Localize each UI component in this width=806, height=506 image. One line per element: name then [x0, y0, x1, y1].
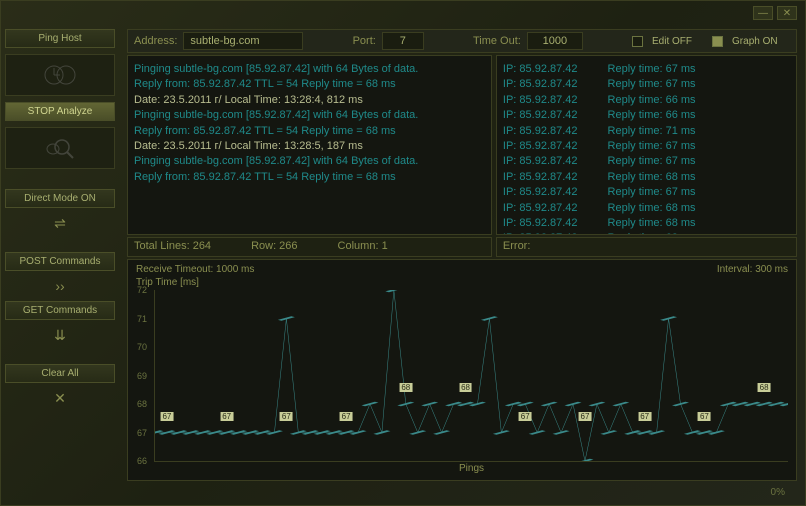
reply-line: Reply time: 67 ms [608, 185, 696, 200]
stop-analyze-button[interactable]: STOP Analyze [5, 102, 115, 121]
ip-line: IP: 85.92.87.42 [503, 124, 578, 139]
log-left-panel[interactable]: Pinging subtle-bg.com [85.92.87.42] with… [127, 55, 492, 235]
chevron-down-icon: ⇊ [5, 326, 115, 344]
titlebar: — ✕ [1, 1, 805, 25]
reply-line: Reply time: 67 ms [608, 77, 696, 92]
graph-on-label: Graph ON [732, 36, 778, 47]
chart-title: Trip Time [ms] [136, 277, 788, 288]
data-label: 67 [519, 412, 532, 421]
reply-line: Reply time: 67 ms [608, 62, 696, 77]
log-line: Pinging subtle-bg.com [85.92.87.42] with… [134, 108, 485, 123]
ip-line: IP: 85.92.87.42 [503, 93, 578, 108]
chart-panel: Receive Timeout: 1000 ms Interval: 300 m… [127, 259, 797, 481]
ip-line: IP: 85.92.87.42 [503, 201, 578, 216]
data-label: 67 [579, 412, 592, 421]
data-label: 67 [638, 412, 651, 421]
data-label: 68 [758, 383, 771, 392]
log-line: Reply from: 85.92.87.42 TTL = 54 Reply t… [134, 124, 485, 139]
reply-line: Reply time: 68 ms [608, 201, 696, 216]
y-tick: 70 [137, 342, 147, 352]
graph-checkbox[interactable] [712, 36, 723, 47]
row-stat: Row: 266 [251, 240, 297, 254]
error-label: Error: [503, 240, 531, 252]
log-line: Reply from: 85.92.87.42 TTL = 54 Reply t… [134, 170, 485, 185]
chart-plot: Pings 6667686970717267676767686867676767… [154, 290, 788, 462]
ping-host-icon [5, 54, 115, 96]
y-tick: 71 [137, 314, 147, 324]
top-toolbar: Address: Port: Time Out: Edit OFF Graph … [127, 29, 797, 53]
reply-line: Reply time: 71 ms [608, 124, 696, 139]
y-tick: 67 [137, 428, 147, 438]
log-right-panel[interactable]: IP: 85.92.87.42IP: 85.92.87.42IP: 85.92.… [496, 55, 797, 235]
log-line: Date: 23.5.2011 г/ Local Time: 13:28:4, … [134, 93, 485, 108]
port-label: Port: [353, 35, 376, 47]
data-label: 67 [698, 412, 711, 421]
y-tick: 66 [137, 456, 147, 466]
main-panel: Address: Port: Time Out: Edit OFF Graph … [119, 25, 805, 485]
edit-checkbox[interactable] [632, 36, 643, 47]
status-right: Error: [496, 237, 797, 257]
y-tick: 68 [137, 399, 147, 409]
data-label: 68 [459, 383, 472, 392]
receive-timeout-label: Receive Timeout: 1000 ms [136, 264, 254, 275]
analyze-icon [5, 127, 115, 169]
timeout-label: Time Out: [473, 35, 521, 47]
address-label: Address: [134, 35, 177, 47]
reply-line: Reply time: 66 ms [608, 108, 696, 123]
reply-line: Reply time: 68 ms [608, 216, 696, 231]
log-line: Pinging subtle-bg.com [85.92.87.42] with… [134, 154, 485, 169]
ping-host-button[interactable]: Ping Host [5, 29, 115, 48]
data-label: 67 [340, 412, 353, 421]
interval-label: Interval: 300 ms [717, 264, 788, 275]
log-line: Date: 23.5.2011 г/ Local Time: 13:28:5, … [134, 139, 485, 154]
direct-mode-icon: ⇌ [5, 214, 115, 232]
clear-all-button[interactable]: Clear All [5, 364, 115, 383]
reply-line: Reply time: 66 ms [608, 93, 696, 108]
post-commands-button[interactable]: POST Commands [5, 252, 115, 271]
sidebar: Ping Host STOP Analyze Direct Mode ON ⇌ … [1, 25, 119, 485]
minimize-button[interactable]: — [753, 6, 773, 20]
column-stat: Column: 1 [338, 240, 388, 254]
app-window: — ✕ Ping Host STOP Analyze Direct Mode O… [0, 0, 806, 506]
ip-line: IP: 85.92.87.42 [503, 170, 578, 185]
direct-mode-button[interactable]: Direct Mode ON [5, 189, 115, 208]
log-line: Pinging subtle-bg.com [85.92.87.42] with… [134, 62, 485, 77]
edit-off-label: Edit OFF [652, 36, 692, 47]
ip-line: IP: 85.92.87.42 [503, 154, 578, 169]
chart-xlabel: Pings [459, 463, 484, 474]
log-line: Reply from: 85.92.87.42 TTL = 54 Reply t… [134, 77, 485, 92]
port-input[interactable] [382, 32, 424, 50]
timeout-input[interactable] [527, 32, 583, 50]
total-lines: Total Lines: 264 [134, 240, 211, 254]
ip-line: IP: 85.92.87.42 [503, 108, 578, 123]
reply-line: Reply time: 68 ms [608, 231, 696, 235]
reply-line: Reply time: 67 ms [608, 139, 696, 154]
status-left: Total Lines: 264 Row: 266 Column: 1 [127, 237, 492, 257]
data-label: 67 [220, 412, 233, 421]
data-label: 68 [399, 383, 412, 392]
ip-line: IP: 85.92.87.42 [503, 62, 578, 77]
footer-status: 0% [751, 485, 805, 505]
chevron-right-icon: ›› [5, 277, 115, 295]
get-commands-button[interactable]: GET Commands [5, 301, 115, 320]
address-input[interactable] [183, 32, 303, 50]
y-tick: 72 [137, 285, 147, 295]
y-tick: 69 [137, 371, 147, 381]
ip-line: IP: 85.92.87.42 [503, 77, 578, 92]
ip-line: IP: 85.92.87.42 [503, 139, 578, 154]
data-label: 67 [160, 412, 173, 421]
ip-line: IP: 85.92.87.42 [503, 185, 578, 200]
ip-line: IP: 85.92.87.42 [503, 216, 578, 231]
data-label: 67 [280, 412, 293, 421]
close-icon: ✕ [5, 389, 115, 407]
reply-line: Reply time: 67 ms [608, 154, 696, 169]
reply-line: Reply time: 68 ms [608, 170, 696, 185]
close-button[interactable]: ✕ [777, 6, 797, 20]
ip-line: IP: 85.92.87.42 [503, 231, 578, 235]
